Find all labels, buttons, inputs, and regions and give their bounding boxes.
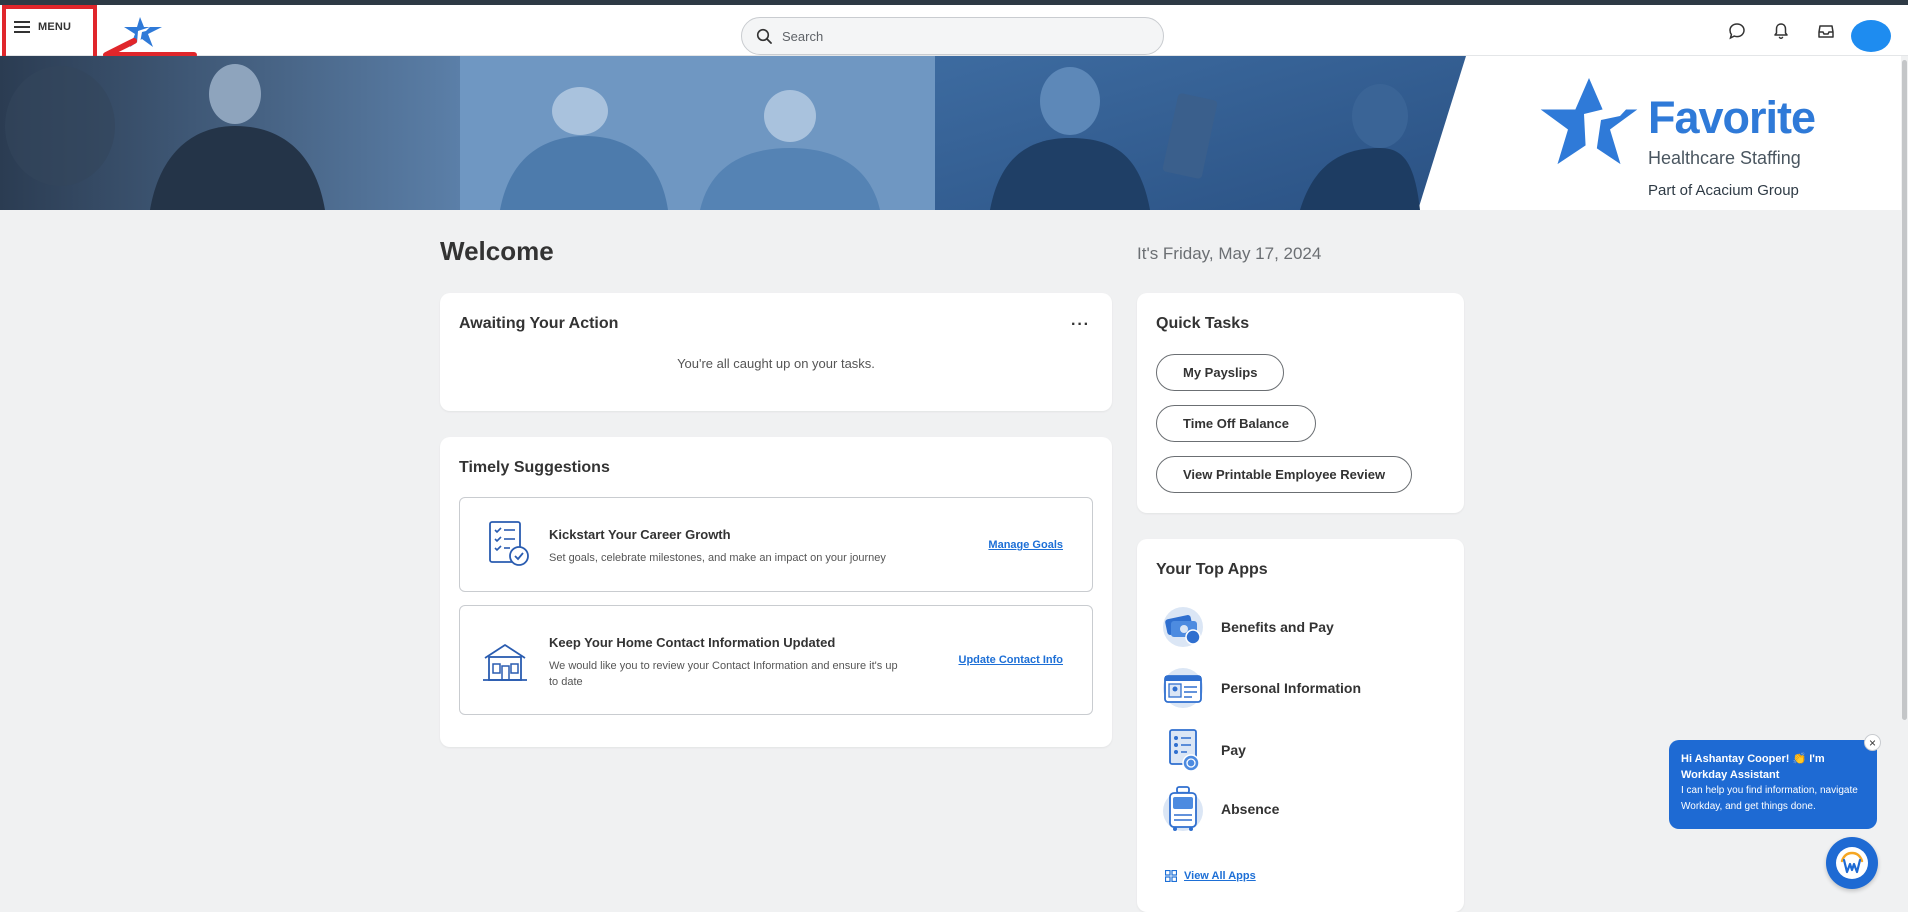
top-bar: MENU: [0, 5, 1908, 56]
close-icon[interactable]: ×: [1864, 734, 1881, 751]
card-title: Awaiting Your Action: [459, 315, 619, 332]
page-title: Welcome: [440, 236, 554, 266]
timely-suggestions-card: Timely Suggestions Kickstart Your Career…: [440, 437, 1112, 747]
inbox-icon[interactable]: [1817, 22, 1835, 40]
top-apps-card: Your Top Apps Benefits and Pay Personal …: [1137, 539, 1464, 912]
suggestion-item: Kickstart Your Career Growth Set goals, …: [459, 497, 1093, 592]
app-pay[interactable]: Pay: [1161, 727, 1246, 773]
app-absence[interactable]: Absence: [1161, 785, 1279, 833]
search-input[interactable]: [782, 28, 1122, 44]
app-benefits-and-pay[interactable]: Benefits and Pay: [1161, 605, 1334, 649]
house-icon: [483, 644, 527, 681]
checklist-icon: [489, 521, 529, 566]
benefits-icon: [1163, 607, 1203, 647]
quick-tasks-card: Quick Tasks My Payslips Time Off Balance…: [1137, 293, 1464, 513]
brand-name: Favorite: [1648, 92, 1816, 143]
brand-group: Part of Acacium Group: [1648, 182, 1799, 199]
card-title: Timely Suggestions: [459, 459, 610, 476]
app-label: Absence: [1221, 801, 1280, 817]
luggage-icon: [1163, 786, 1203, 831]
app-label: Pay: [1221, 742, 1246, 758]
card-title: Quick Tasks: [1156, 315, 1250, 332]
suggestion-description: We would like you to review your Contact…: [549, 660, 898, 688]
awaiting-action-card: Awaiting Your Action ··· You're all caug…: [440, 293, 1112, 411]
my-payslips-button[interactable]: My Payslips: [1156, 354, 1285, 391]
suggestion-title: Kickstart Your Career Growth: [549, 527, 731, 542]
suggestion-item: Keep Your Home Contact Information Updat…: [459, 605, 1093, 715]
search-bar[interactable]: [741, 17, 1164, 55]
bell-icon[interactable]: [1772, 22, 1790, 40]
banner-photo-collage: [0, 56, 1638, 210]
id-card-icon: [1163, 668, 1203, 708]
workday-assistant-button[interactable]: [1826, 837, 1878, 889]
favorite-logo-star: [1540, 78, 1638, 165]
time-off-balance-button[interactable]: Time Off Balance: [1156, 405, 1316, 442]
grid-icon: [1165, 870, 1177, 882]
view-all-apps-label: View All Apps: [1184, 870, 1256, 882]
avatar[interactable]: [1851, 20, 1891, 52]
assistant-greeting: Hi Ashantay Cooper! 👏 I'm Workday Assist…: [1681, 753, 1825, 781]
hero-banner: Favorite Healthcare Staffing Part of Aca…: [0, 56, 1908, 210]
chat-icon[interactable]: [1728, 22, 1746, 40]
suggestion-title: Keep Your Home Contact Information Updat…: [549, 635, 836, 650]
card-title: Your Top Apps: [1156, 561, 1268, 578]
app-label: Benefits and Pay: [1221, 619, 1334, 635]
update-contact-info-link[interactable]: Update Contact Info: [959, 654, 1064, 666]
brand-tagline: Healthcare Staffing: [1648, 148, 1801, 168]
view-all-apps-link[interactable]: View All Apps: [1165, 870, 1256, 882]
assistant-popup[interactable]: Hi Ashantay Cooper! 👏 I'm Workday Assist…: [1669, 740, 1877, 829]
app-personal-information[interactable]: Personal Information: [1161, 666, 1361, 710]
pay-icon: [1169, 729, 1200, 772]
assistant-message: I can help you find information, navigat…: [1681, 785, 1858, 812]
manage-goals-link[interactable]: Manage Goals: [988, 539, 1063, 551]
search-icon: [756, 28, 772, 44]
suggestion-description: Set goals, celebrate milestones, and mak…: [549, 552, 886, 564]
view-printable-employee-review-button[interactable]: View Printable Employee Review: [1156, 456, 1413, 493]
more-options-button[interactable]: ···: [1071, 316, 1090, 334]
app-label: Personal Information: [1221, 680, 1362, 696]
empty-tasks-message: You're all caught up on your tasks.: [677, 356, 875, 371]
workday-logo-icon: [1836, 847, 1868, 879]
current-date: It's Friday, May 17, 2024: [1137, 244, 1322, 263]
scrollbar-thumb[interactable]: [1902, 60, 1907, 720]
